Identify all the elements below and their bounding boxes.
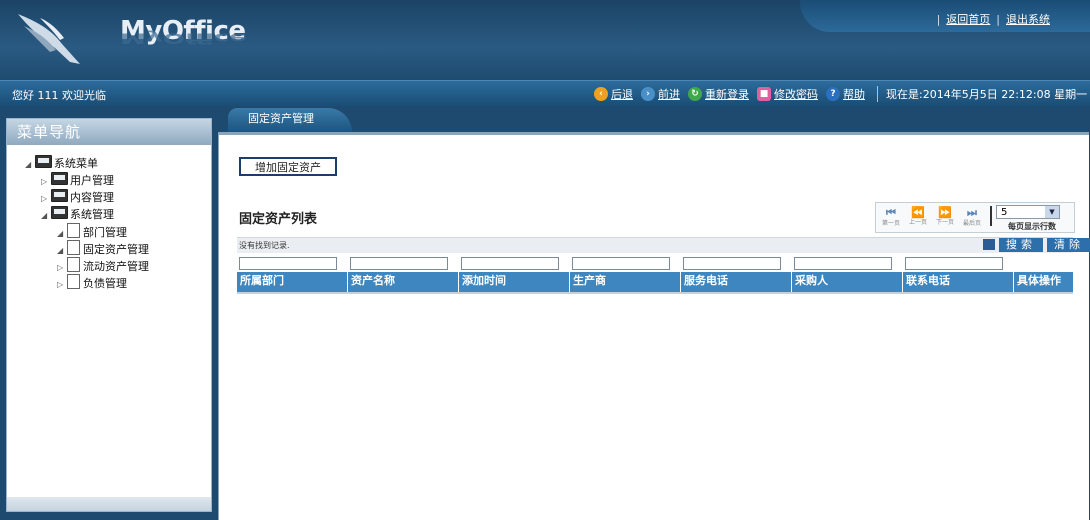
filter-asset-name[interactable] (350, 257, 448, 270)
forward-button[interactable]: › 前进 (641, 86, 680, 102)
bird-logo-icon (18, 14, 80, 64)
top-links: | 返回首页 | 退出系统 (936, 13, 1050, 26)
last-page-button[interactable]: ⏭ 最后页 (959, 206, 985, 227)
folder-icon (51, 189, 68, 202)
filter-contact-phone[interactable] (905, 257, 1003, 270)
folder-icon (51, 172, 68, 185)
add-fixed-asset-button[interactable]: 增加固定资产 (239, 157, 337, 176)
change-password-button[interactable]: ■ 修改密码 (757, 86, 818, 102)
back-arrow-icon: ‹ (594, 87, 608, 101)
expand-icon[interactable]: ▷ (41, 190, 51, 207)
folder-icon (35, 155, 52, 168)
document-icon (67, 257, 80, 272)
relogin-icon: ↻ (688, 87, 702, 101)
document-icon (67, 223, 80, 238)
forward-arrow-icon: › (641, 87, 655, 101)
app-logo-reflection: MyOffice (120, 29, 247, 47)
rows-per-page-label: 每页显示行数 (1008, 222, 1056, 231)
pager-divider (990, 206, 992, 226)
expand-icon[interactable]: ▷ (41, 173, 51, 190)
column-header[interactable]: 添加时间 (459, 272, 570, 292)
column-header[interactable]: 生产商 (570, 272, 681, 292)
collapse-icon[interactable]: ◢ (25, 156, 35, 173)
collapse-icon[interactable]: ◢ (41, 207, 51, 224)
first-page-button[interactable]: ⏮ 第一页 (878, 206, 904, 227)
sidebar-title: 菜单导航 (7, 119, 211, 145)
column-header[interactable]: 所属部门 (237, 272, 348, 292)
tree-node-dept-mgmt[interactable]: ◢ 部门管理 (57, 223, 149, 240)
column-header[interactable]: 资产名称 (348, 272, 459, 292)
column-header[interactable]: 采购人 (792, 272, 903, 292)
table-header: 所属部门 资产名称 添加时间 生产商 服务电话 采购人 联系电话 具体操作 (237, 272, 1073, 294)
column-header: 具体操作 (1017, 274, 1061, 287)
welcome-text: 您好 111 欢迎光临 (12, 89, 106, 102)
filter-manufacturer[interactable] (572, 257, 670, 270)
tree-node-liability-mgmt[interactable]: ▷ 负债管理 (57, 274, 149, 291)
nav-actions: ‹ 后退 › 前进 ↻ 重新登录 ■ 修改密码 ? 帮助 现在是:2014年5月5日 22… (594, 86, 1087, 102)
list-title: 固定资产列表 (239, 212, 318, 227)
clear-button[interactable]: 清除 (1047, 238, 1090, 252)
tree-node-root[interactable]: ◢ 系统菜单 (25, 155, 117, 172)
back-button[interactable]: ‹ 后退 (594, 86, 633, 102)
search-button[interactable]: 搜索 (999, 238, 1043, 252)
column-header[interactable]: 服务电话 (681, 272, 792, 292)
tree-node-system-mgmt[interactable]: ◢ 系统管理 (41, 206, 133, 223)
prev-page-button[interactable]: ⏪ 上一页 (905, 206, 931, 226)
grid-toolbar: 没有找到记录. 搜索 清除 (237, 237, 1090, 253)
help-icon: ? (826, 87, 840, 101)
tree-node-user-mgmt[interactable]: ▷ 用户管理 (41, 172, 133, 189)
menu-tree: ◢ 系统菜单 ▷ 用户管理 ▷ 内容管理 ◢ 系统管理 ◢ 部门管理 ◢ 固定资产管理 ▷ 流… (25, 155, 149, 291)
tree-node-current-asset-mgmt[interactable]: ▷ 流动资产管理 (57, 257, 149, 274)
filter-purchaser[interactable] (794, 257, 892, 270)
rows-per-page-select[interactable]: 5 ▼ (996, 205, 1060, 219)
sidebar: 菜单导航 ◢ 系统菜单 ▷ 用户管理 ▷ 内容管理 ◢ 系统管理 ◢ 部门管理 ◢ 固定资产… (6, 118, 212, 512)
no-records-text: 没有找到记录. (239, 241, 290, 250)
document-icon (67, 274, 80, 289)
header: MyOffice MyOffice | 返回首页 | 退出系统 (0, 0, 1090, 80)
tree-node-content-mgmt[interactable]: ▷ 内容管理 (41, 189, 133, 206)
help-button[interactable]: ? 帮助 (826, 86, 865, 102)
sidebar-footer (7, 497, 211, 511)
next-page-button[interactable]: ⏩ 下一页 (932, 206, 958, 226)
status-bar: 您好 111 欢迎光临 ‹ 后退 › 前进 ↻ 重新登录 ■ 修改密码 ? 帮助 现在是:… (0, 80, 1090, 106)
logout-link[interactable]: 退出系统 (1006, 13, 1050, 26)
chevron-down-icon[interactable]: ▼ (1045, 206, 1059, 218)
password-icon: ■ (757, 87, 771, 101)
filter-row (237, 255, 1073, 273)
column-header[interactable]: 联系电话 (903, 272, 1014, 292)
current-datetime: 现在是:2014年5月5日 22:12:08 星期一 (877, 86, 1087, 102)
pager: ⏮ 第一页 ⏪ 上一页 ⏩ 下一页 ⏭ 最后页 5 ▼ 每页显示行数 (875, 202, 1075, 233)
folder-icon (51, 206, 68, 219)
filter-department[interactable] (239, 257, 337, 270)
tree-node-fixed-asset-mgmt[interactable]: ◢ 固定资产管理 (57, 240, 149, 257)
home-link[interactable]: 返回首页 (946, 13, 990, 26)
filter-added-time[interactable] (461, 257, 559, 270)
export-icon[interactable] (983, 239, 995, 250)
document-icon (67, 240, 80, 255)
tab-fixed-asset[interactable]: 固定资产管理 (228, 108, 352, 132)
relogin-button[interactable]: ↻ 重新登录 (688, 86, 749, 102)
expand-icon[interactable]: ▷ (57, 276, 67, 293)
main-panel: 增加固定资产 固定资产列表 ⏮ 第一页 ⏪ 上一页 ⏩ 下一页 ⏭ 最后页 5 ▼ 每页… (218, 132, 1090, 520)
filter-service-phone[interactable] (683, 257, 781, 270)
